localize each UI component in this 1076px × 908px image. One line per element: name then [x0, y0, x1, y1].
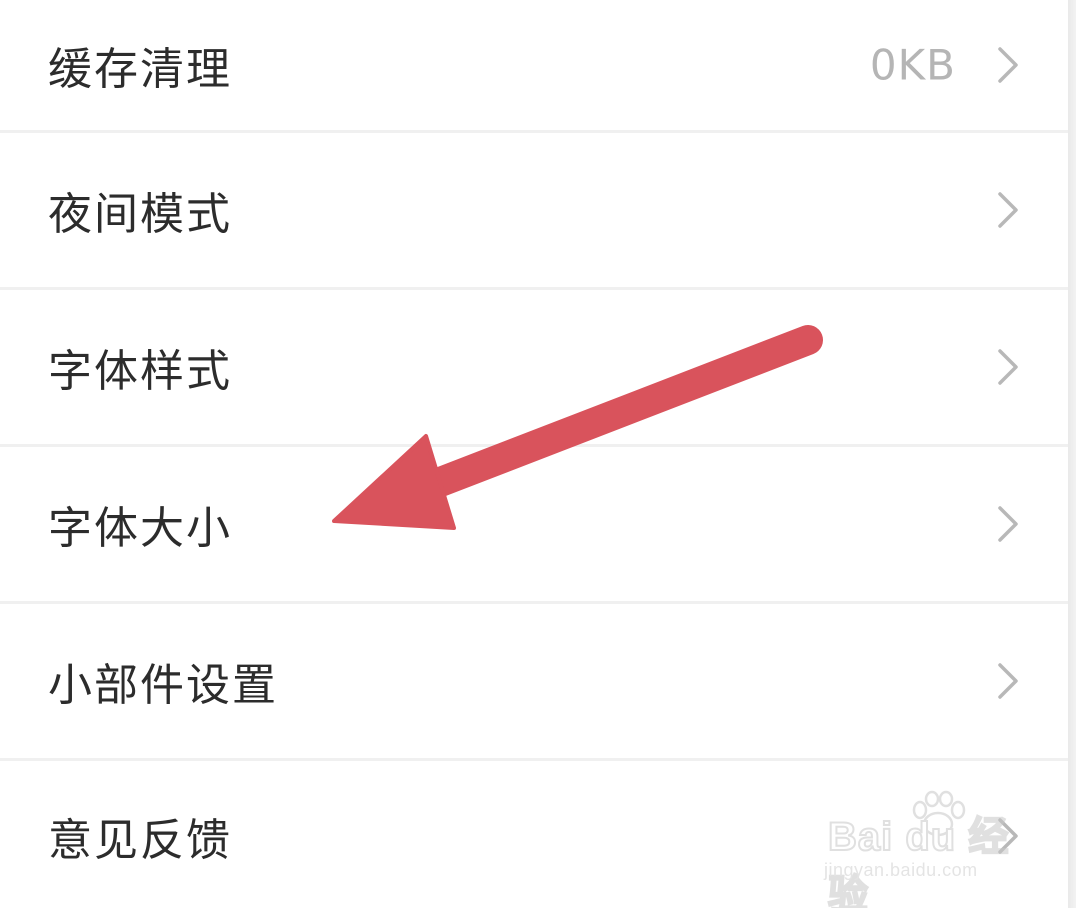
settings-item-label: 意见反馈	[48, 815, 232, 866]
chevron-right-icon	[996, 504, 1020, 544]
settings-item-font-size[interactable]: 字体大小	[0, 447, 1068, 604]
settings-item-label: 字体样式	[48, 346, 232, 397]
settings-item-widget-settings[interactable]: 小部件设置	[0, 604, 1068, 761]
watermark-url: jingyan.baidu.com	[824, 860, 978, 880]
settings-page: 缓存清理 0KB 夜间模式 字体样式 字体大小 小部件设置 意见反馈 Bai d…	[0, 0, 1076, 908]
settings-item-label: 字体大小	[48, 503, 232, 554]
chevron-right-icon	[996, 661, 1020, 701]
settings-item-cache-clear[interactable]: 缓存清理 0KB	[0, 0, 1068, 133]
chevron-right-icon	[996, 45, 1020, 85]
chevron-right-icon	[996, 347, 1020, 387]
chevron-right-icon	[996, 190, 1020, 230]
settings-list: 缓存清理 0KB 夜间模式 字体样式 字体大小 小部件设置 意见反馈	[0, 0, 1068, 908]
settings-item-label: 小部件设置	[48, 660, 278, 711]
baidu-jingyan-watermark: Bai du 经验 jingyan.baidu.com	[822, 790, 1032, 908]
watermark-brand: Bai du 经验	[827, 814, 1010, 908]
settings-item-label: 夜间模式	[48, 189, 232, 240]
settings-item-night-mode[interactable]: 夜间模式	[0, 133, 1068, 290]
cache-size-value: 0KB	[869, 40, 956, 90]
settings-item-label: 缓存清理	[48, 44, 232, 95]
scroll-edge	[1068, 0, 1076, 908]
settings-item-font-style[interactable]: 字体样式	[0, 290, 1068, 447]
